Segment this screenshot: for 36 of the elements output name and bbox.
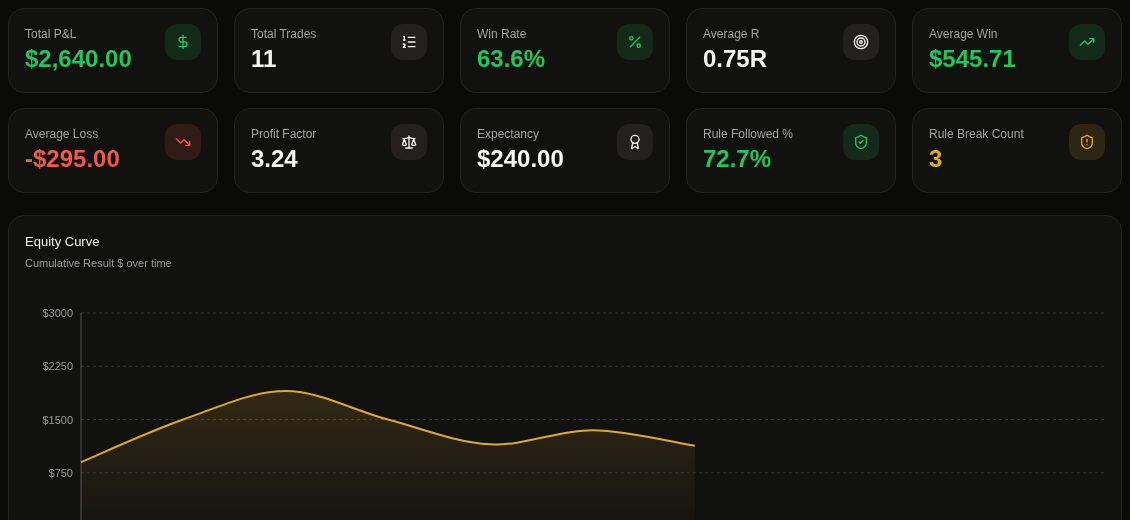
stat-label: Win Rate	[477, 26, 527, 42]
stat-value: 11	[251, 45, 277, 73]
stat-value: 3	[929, 145, 943, 173]
trend-up-icon	[1069, 24, 1105, 60]
stat-label: Total P&L	[25, 26, 77, 42]
stat-label: Total Trades	[251, 26, 317, 42]
y-tick-label: $2250	[42, 360, 73, 373]
target-icon	[843, 24, 879, 60]
stat-value: 0.75R	[703, 45, 768, 73]
stat-value: $545.71	[929, 45, 1016, 73]
chart-title: Equity Curve	[25, 234, 100, 250]
shield-check-icon	[843, 124, 879, 160]
stat-value: 3.24	[251, 145, 298, 173]
stat-label: Rule Followed %	[703, 126, 794, 142]
stat-label: Expectancy	[477, 126, 540, 142]
numbered-list-icon	[391, 24, 427, 60]
y-tick-label: $1500	[42, 413, 73, 426]
stat-value: 63.6%	[477, 45, 546, 73]
y-tick-label: $750	[48, 466, 73, 479]
shield-alert-icon	[1069, 124, 1105, 160]
stat-label: Average Win	[929, 26, 998, 42]
stat-label: Profit Factor	[251, 126, 317, 142]
stat-label: Average R	[703, 26, 760, 42]
stat-value: $240.00	[477, 145, 564, 173]
stat-label: Rule Break Count	[929, 126, 1024, 142]
dollar-icon	[165, 24, 201, 60]
stat-value: 72.7%	[703, 145, 772, 173]
scale-icon	[391, 124, 427, 160]
award-icon	[617, 124, 653, 160]
trend-down-icon	[165, 124, 201, 160]
chart-subtitle: Cumulative Result $ over time	[25, 256, 172, 271]
stat-value: $2,640.00	[25, 45, 132, 73]
y-tick-label: $3000	[42, 307, 73, 319]
stat-label: Average Loss	[25, 126, 99, 142]
stat-value: -$295.00	[25, 145, 120, 173]
percent-icon	[617, 24, 653, 60]
